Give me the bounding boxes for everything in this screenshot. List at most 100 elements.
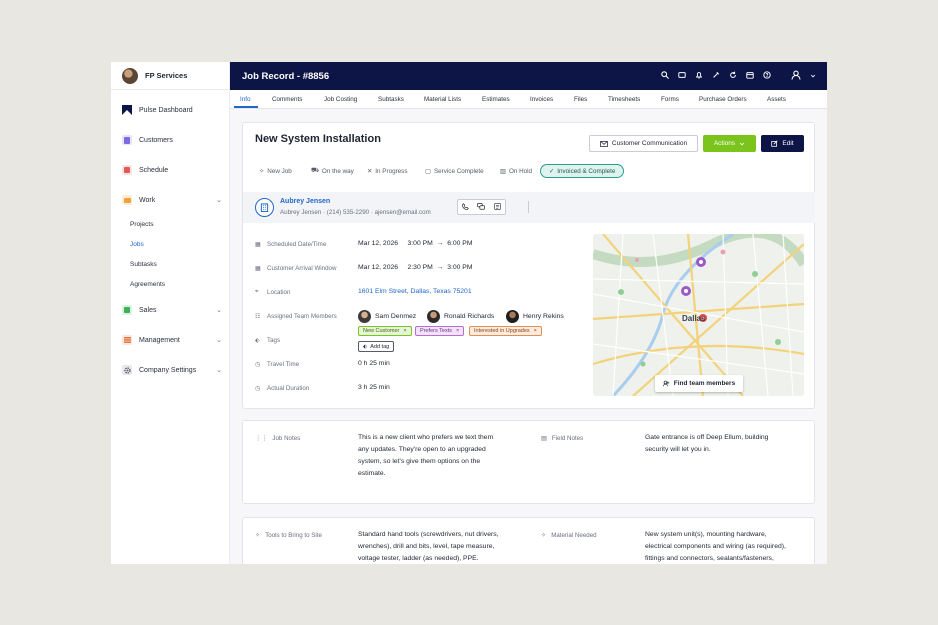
note-line: wrenches), drill and bits, level, tape m… [358,543,495,550]
customer-communication-button[interactable]: Customer Communication [589,135,698,152]
button-label: Actions [713,140,736,147]
close-icon[interactable]: × [403,328,406,334]
status-on-the-way[interactable]: ⛟ On the way [307,164,358,178]
sidebar: FP Services Pulse Dashboard Customers Sc… [111,62,230,564]
tab-assets[interactable]: Assets [767,96,786,103]
field-label: Material Needed [551,532,597,539]
close-icon[interactable]: × [456,328,459,334]
schedule-icon [122,165,132,175]
sidebar-subitem-jobs[interactable]: Jobs [130,241,144,248]
status-service-complete[interactable]: ▢ Service Complete [421,164,488,178]
status-in-progress[interactable]: ✕ In Progress [363,164,411,178]
note-line: fittings and connectors, sealants/fasten… [645,555,774,562]
tab-subtasks[interactable]: Subtasks [378,96,404,103]
chevron-down-icon[interactable] [808,72,817,81]
team-label: ☷ Assigned Team Members [255,313,337,320]
pulse-logo-icon [122,105,132,115]
tag-chip: Prefers Texts × [415,326,465,336]
tools-icon: ✕ [367,167,373,175]
sidebar-item-label: Sales [139,306,157,314]
sidebar-item-label: Company Settings [139,366,197,374]
chat-icon[interactable] [477,202,486,212]
bell-icon[interactable] [694,71,703,81]
team-member[interactable]: Sam Denmez [358,310,416,323]
sidebar-item-label: Customers [139,136,173,144]
company-switcher[interactable]: FP Services [111,62,229,90]
contact-actions [457,199,506,215]
contact-card-icon[interactable] [494,202,501,212]
customers-icon [122,135,132,145]
phone-icon[interactable] [462,202,469,212]
tab-files[interactable]: Files [574,96,587,103]
location-link[interactable]: 1601 Elm Street, Dallas, Texas 75201 [358,288,472,295]
sidebar-subitem-projects[interactable]: Projects [130,221,153,228]
user-avatar-icon[interactable] [791,70,801,82]
tab-material-lists[interactable]: Material Lists [424,96,461,103]
tab-purchase-orders[interactable]: Purchase Orders [699,96,747,103]
app-window: FP Services Pulse Dashboard Customers Sc… [111,62,827,564]
sidebar-item-work[interactable]: Work ⌄ [122,195,222,205]
location-map[interactable]: Dallas Find team members [593,234,804,396]
tab-estimates[interactable]: Estimates [482,96,510,103]
tab-info[interactable]: Info [240,96,251,103]
pause-icon: ▥ [500,167,506,175]
notes-icon: ⋮⋮ [255,435,268,442]
sidebar-item-pulse-dashboard[interactable]: Pulse Dashboard [122,105,222,115]
sidebar-item-sales[interactable]: Sales ⌄ [122,305,222,315]
active-tab-indicator [234,106,258,108]
avatar [427,310,440,323]
status-new-job[interactable]: ✧ New Job [255,164,296,178]
calendar-icon[interactable] [745,71,754,81]
sales-icon [122,305,132,315]
work-icon [122,195,132,205]
notes-card: ⋮⋮ Job Notes This is a new client who pre… [242,420,815,504]
sidebar-subitem-subtasks[interactable]: Subtasks [130,261,157,268]
tab-bar: Info Comments Job Costing Subtasks Mater… [230,90,827,109]
tag-label: Interested in Upgrades [474,328,530,334]
status-on-hold[interactable]: ▥ On Hold [496,164,536,178]
tab-timesheets[interactable]: Timesheets [608,96,640,103]
add-tag-button[interactable]: ⬖ Add tag [358,341,395,352]
help-icon[interactable] [762,71,771,81]
member-name: Sam Denmez [375,313,417,320]
chevron-down-icon: ⌄ [216,337,222,344]
tab-job-costing[interactable]: Job Costing [324,96,357,103]
arrival-label: ▦ Customer Arrival Window [255,265,336,272]
search-icon[interactable] [660,71,669,81]
sidebar-item-schedule[interactable]: Schedule [122,165,222,175]
clipboard-icon: ▢ [425,167,431,175]
edit-button[interactable]: Edit [761,135,804,152]
customer-name-link[interactable]: Aubrey Jensen [280,198,330,205]
job-notes-text: This is a new client who prefers we text… [358,432,493,480]
team-member[interactable]: Ronald Richards [427,310,494,323]
check-icon: ✓ [549,167,555,175]
actions-button[interactable]: Actions [703,135,756,152]
dispatch-icon[interactable] [677,71,686,81]
note-line: Standard hand tools (screwdrivers, nut d… [358,531,499,538]
close-icon[interactable]: × [534,328,537,334]
tag-label: Prefers Texts [420,328,452,334]
note-line: Gate entrance is off Deep Ellum, buildin… [645,434,769,441]
note-line: New system unit(s), mounting hardware, [645,531,767,538]
tab-forms[interactable]: Forms [661,96,679,103]
refresh-icon[interactable] [728,71,737,81]
find-team-members-button[interactable]: Find team members [655,375,743,392]
tab-comments[interactable]: Comments [272,96,302,103]
truck-icon: ⛟ [311,167,319,174]
tab-invoices[interactable]: Invoices [530,96,553,103]
scheduled-label: ▦ Scheduled Date/Time [255,241,326,248]
chevron-down-icon [740,142,745,146]
notes-icon: ▤ [541,435,547,442]
sidebar-subitem-agreements[interactable]: Agreements [130,281,165,288]
sidebar-item-customers[interactable]: Customers [122,135,222,145]
scheduled-end: 6:00 PM [447,240,473,247]
tools-icon[interactable] [711,71,720,81]
sidebar-item-company-settings[interactable]: Company Settings ⌄ [122,365,222,375]
button-label: Find team members [673,380,736,387]
field-label: Field Notes [551,435,584,442]
sidebar-item-management[interactable]: Management ⌄ [122,335,222,345]
arrival-end: 3:00 PM [447,264,473,271]
tag-chip: Interested in Upgrades × [469,326,542,336]
status-invoiced-complete[interactable]: ✓ Invoiced & Complete [540,164,625,178]
team-member[interactable]: Henry Rekins [506,310,564,323]
